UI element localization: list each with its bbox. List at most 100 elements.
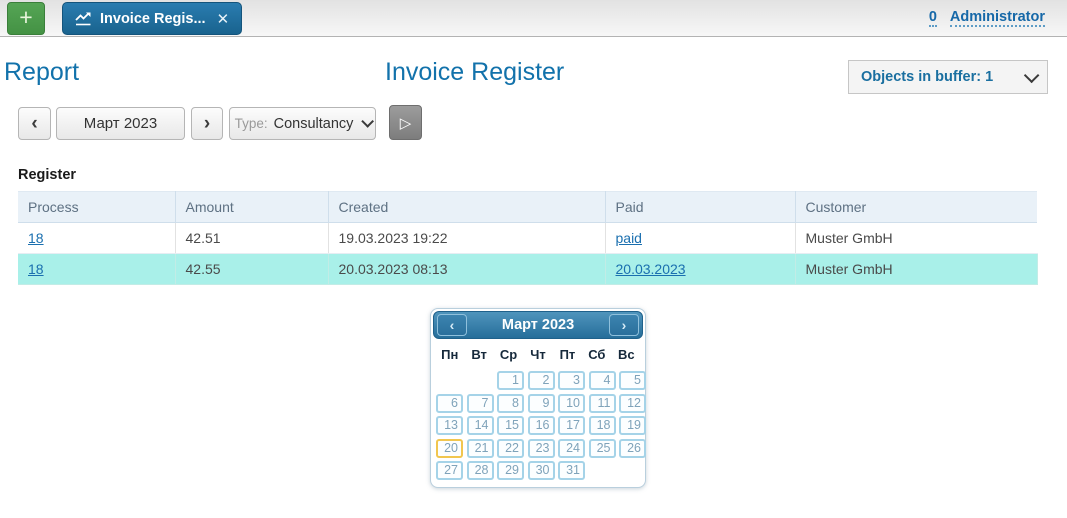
customer-cell: Muster GmbH: [795, 254, 1037, 285]
calendar-empty-cell: [467, 371, 494, 390]
weekday-label: Чт: [523, 347, 552, 362]
calendar-day-17[interactable]: 17: [558, 416, 585, 435]
register-heading: Register: [18, 167, 76, 183]
calendar-day-22[interactable]: 22: [497, 439, 524, 458]
calendar-day-26[interactable]: 26: [619, 439, 646, 458]
chevron-down-icon: [362, 115, 375, 128]
calendar-weekdays: ПнВтСрЧтПтСбВс: [435, 347, 641, 362]
app-window: + Invoice Regis... ✕ 0 Administrator Rep…: [0, 0, 1067, 518]
calendar-day-14[interactable]: 14: [467, 416, 494, 435]
paid-cell: paid: [605, 223, 795, 254]
calendar-day-21[interactable]: 21: [467, 439, 494, 458]
calendar-day-4[interactable]: 4: [589, 371, 616, 390]
register-column-header: Amount: [175, 192, 328, 223]
weekday-label: Пн: [435, 347, 464, 362]
table-row[interactable]: 18 42.5119.03.2023 19:22 paid Muster GmbH: [18, 223, 1037, 254]
run-report-button[interactable]: ▷: [389, 105, 422, 140]
process-cell: 18: [18, 254, 175, 285]
calendar-day-11[interactable]: 11: [589, 394, 616, 413]
weekday-label: Сб: [582, 347, 611, 362]
calendar-day-6[interactable]: 6: [436, 394, 463, 413]
objects-buffer-dropdown[interactable]: Objects in buffer: 1: [848, 60, 1048, 94]
calendar-day-27[interactable]: 27: [436, 461, 463, 480]
tab-label: Invoice Regis...: [100, 11, 206, 27]
calendar-day-29[interactable]: 29: [497, 461, 524, 480]
close-tab-icon[interactable]: ✕: [217, 10, 230, 28]
calendar-day-8[interactable]: 8: [497, 394, 524, 413]
calendar-day-2[interactable]: 2: [528, 371, 555, 390]
calendar-prev-month-button[interactable]: ‹: [437, 314, 467, 336]
paid-link[interactable]: 20.03.2023: [616, 261, 686, 277]
table-row[interactable]: 1842.5520.03.2023 08:1320.03.2023Muster …: [18, 254, 1037, 285]
calendar-next-month-button[interactable]: ›: [609, 314, 639, 336]
objects-buffer-label: Objects in buffer: 1: [861, 69, 993, 85]
amount-cell: 42.51: [175, 223, 328, 254]
calendar-day-7[interactable]: 7: [467, 394, 494, 413]
calendar-day-24[interactable]: 24: [558, 439, 585, 458]
process-cell: 18: [18, 223, 175, 254]
calendar-day-19[interactable]: 19: [619, 416, 646, 435]
type-selected-value: Consultancy: [274, 116, 354, 132]
calendar-header: ‹ Март 2023 ›: [433, 311, 643, 339]
process-link[interactable]: 18: [28, 230, 44, 246]
weekday-label: Пт: [553, 347, 582, 362]
calendar-day-10[interactable]: 10: [558, 394, 585, 413]
register-table: ProcessAmountCreatedPaidCustomer 18 42.51…: [18, 191, 1038, 285]
top-tab-bar: + Invoice Regis... ✕ 0 Administrator: [0, 0, 1067, 37]
calendar-day-15[interactable]: 15: [497, 416, 524, 435]
calendar-day-12[interactable]: 12: [619, 394, 646, 413]
calendar-empty-cell: [589, 461, 616, 480]
calendar-day-5[interactable]: 5: [619, 371, 646, 390]
chevron-left-icon: ‹: [31, 114, 37, 133]
paid-cell: 20.03.2023: [605, 254, 795, 285]
calendar-day-20[interactable]: 20: [436, 439, 463, 458]
month-selector-button[interactable]: Март 2023: [56, 107, 185, 140]
calendar-day-9[interactable]: 9: [528, 394, 555, 413]
chevron-right-icon: ›: [204, 114, 210, 133]
calendar-day-23[interactable]: 23: [528, 439, 555, 458]
type-dropdown[interactable]: Type: Consultancy: [229, 107, 376, 140]
next-month-button[interactable]: ›: [191, 107, 223, 140]
chevron-right-icon: ›: [622, 317, 627, 333]
user-menu-link[interactable]: Administrator: [950, 9, 1045, 27]
chevron-left-icon: ‹: [450, 317, 455, 333]
page-title: Invoice Register: [385, 58, 564, 87]
user-area: 0 Administrator: [929, 9, 1045, 27]
previous-month-button[interactable]: ‹: [18, 107, 51, 140]
register-column-header: Process: [18, 192, 175, 223]
register-column-header: Paid: [605, 192, 795, 223]
process-link[interactable]: 18: [28, 261, 44, 277]
calendar-day-28[interactable]: 28: [467, 461, 494, 480]
register-column-header: Created: [328, 192, 605, 223]
weekday-label: Вт: [464, 347, 493, 362]
calendar-day-31[interactable]: 31: [558, 461, 585, 480]
calendar-month-title: Март 2023: [502, 317, 574, 333]
calendar-day-25[interactable]: 25: [589, 439, 616, 458]
calendar-day-1[interactable]: 1: [497, 371, 524, 390]
paid-link[interactable]: paid: [616, 230, 642, 246]
calendar-day-30[interactable]: 30: [528, 461, 555, 480]
register-column-header: Customer: [795, 192, 1037, 223]
calendar-day-3[interactable]: 3: [558, 371, 585, 390]
amount-cell: 42.55: [175, 254, 328, 285]
breadcrumb-section-title: Report: [4, 58, 79, 87]
calendar-day-13[interactable]: 13: [436, 416, 463, 435]
calendar-empty-cell: [436, 371, 463, 390]
chevron-down-icon: [1024, 67, 1040, 83]
trend-chart-icon: [75, 12, 92, 26]
date-picker-calendar: ‹ Март 2023 › ПнВтСрЧтПтСбВс 12345678910…: [430, 308, 646, 488]
calendar-empty-cell: [619, 461, 646, 480]
customer-cell: Muster GmbH: [795, 223, 1037, 254]
add-tab-button[interactable]: +: [7, 2, 45, 35]
notifications-count-link[interactable]: 0: [929, 9, 937, 27]
play-icon: ▷: [400, 114, 412, 132]
tab-invoice-register[interactable]: Invoice Regis... ✕: [62, 2, 242, 35]
calendar-day-16[interactable]: 16: [528, 416, 555, 435]
calendar-grid: 1234567891011121314151617181920212223242…: [436, 371, 646, 480]
created-cell: 19.03.2023 19:22: [328, 223, 605, 254]
register-table-body: 1842.5119.03.2023 19:22paidMuster GmbH18…: [18, 223, 1037, 285]
calendar-day-18[interactable]: 18: [589, 416, 616, 435]
type-label: Type:: [235, 116, 268, 131]
register-header-row: ProcessAmountCreatedPaidCustomer: [18, 192, 1037, 223]
weekday-label: Ср: [494, 347, 523, 362]
